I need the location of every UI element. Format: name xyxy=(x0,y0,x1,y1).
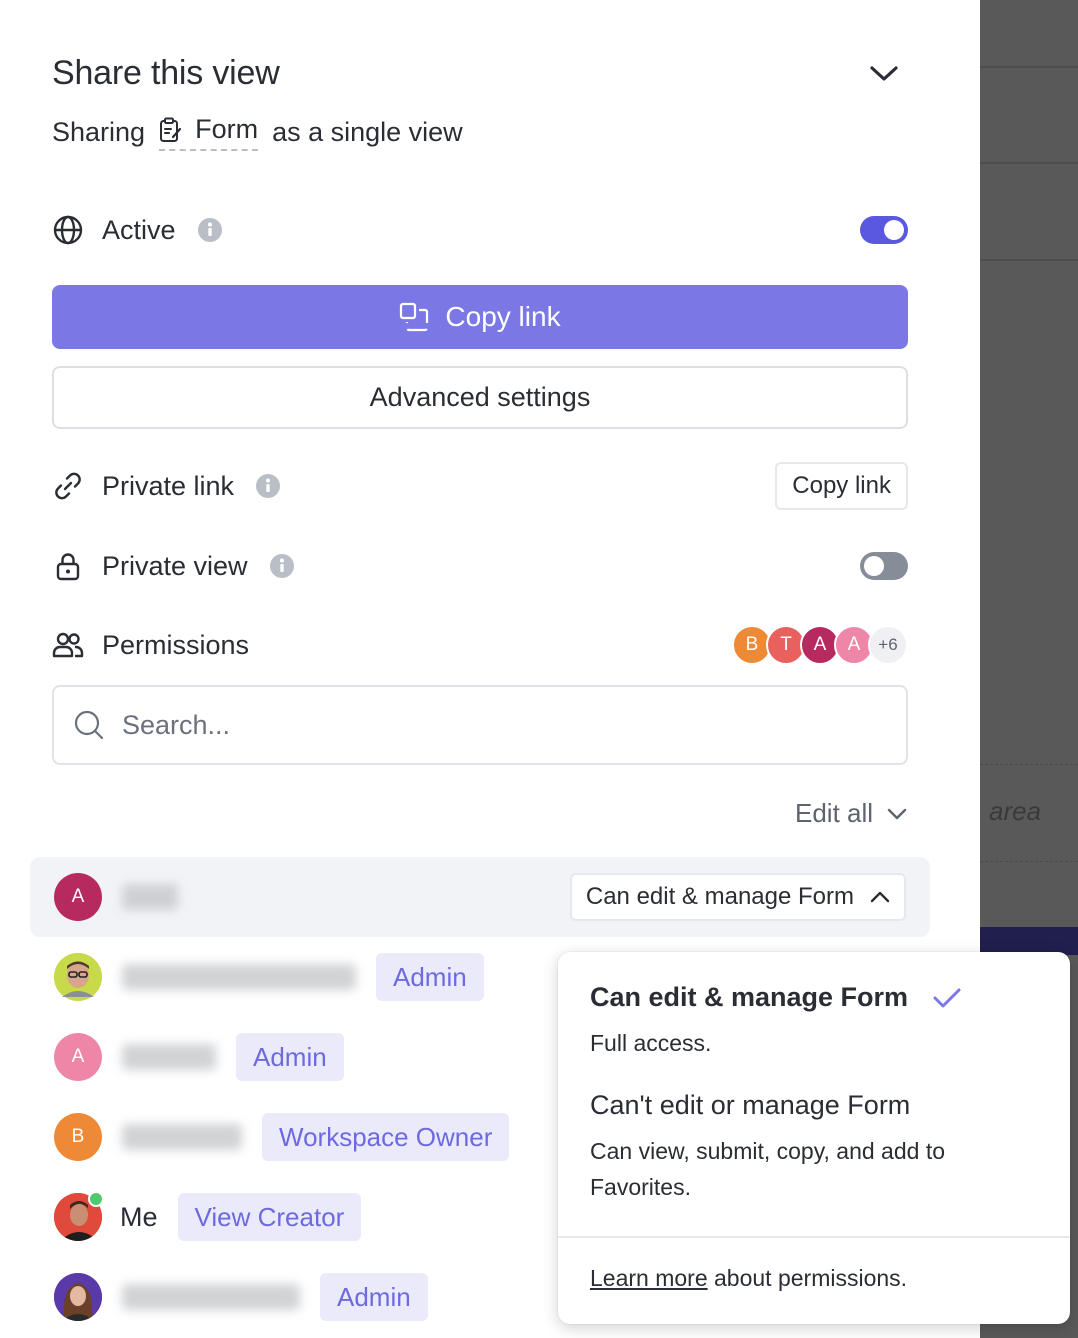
more-avatars-count: +6 xyxy=(868,625,908,665)
active-toggle[interactable] xyxy=(860,216,908,244)
menu-divider xyxy=(558,1236,1070,1238)
background-dashed-line xyxy=(980,861,1078,862)
edit-all-label: Edit all xyxy=(795,798,874,828)
link-icon xyxy=(55,472,81,500)
role-badge: View Creator xyxy=(177,1193,362,1241)
background-divider xyxy=(980,66,1078,68)
user-row[interactable]: A Can edit & manage Form xyxy=(30,857,930,937)
background-dashed-line xyxy=(980,764,1078,765)
private-view-label: Private view xyxy=(102,550,248,581)
permissions-label: Permissions xyxy=(102,629,250,660)
private-link-copy-button[interactable]: Copy link xyxy=(775,462,908,510)
person-photo-icon xyxy=(54,1273,102,1321)
info-icon[interactable] xyxy=(197,218,222,242)
toggle-knob xyxy=(864,556,884,576)
avatar: A xyxy=(54,1033,102,1081)
private-view-toggle[interactable] xyxy=(860,552,908,580)
background-divider xyxy=(980,162,1078,164)
user-name-redacted xyxy=(122,1284,300,1310)
permission-avatars[interactable]: B T A A +6 xyxy=(732,625,908,665)
chevron-down-icon xyxy=(870,66,898,81)
info-icon[interactable] xyxy=(269,554,294,578)
lock-icon xyxy=(56,553,80,581)
role-option-title: Can edit & manage Form xyxy=(590,982,909,1012)
copy-link-button[interactable]: Copy link xyxy=(52,285,908,349)
role-badge: Workspace Owner xyxy=(262,1113,510,1161)
form-icon xyxy=(160,117,182,142)
role-badge: Admin xyxy=(236,1033,344,1081)
avatar-photo xyxy=(54,1191,104,1241)
background-text: area xyxy=(989,796,1042,826)
chevron-down-icon xyxy=(887,808,907,819)
role-option-cant-edit[interactable]: Can't edit or manage Form Can view, subm… xyxy=(590,1090,1010,1205)
subtitle-prefix: Sharing xyxy=(52,117,146,147)
user-name-redacted xyxy=(122,1044,216,1070)
avatar-photo xyxy=(54,1273,102,1321)
user-name-redacted xyxy=(122,884,178,910)
private-view-row: Private view xyxy=(52,546,908,586)
permissions-help: Learn more about permissions. xyxy=(590,1265,907,1292)
active-row: Active xyxy=(52,210,908,250)
sharing-subtitle: Sharing Form as a single view xyxy=(52,114,463,151)
avatar: A xyxy=(54,873,102,921)
search-input[interactable] xyxy=(122,709,822,741)
background-divider xyxy=(980,259,1078,261)
private-link-label: Private link xyxy=(102,470,235,501)
role-badge: Admin xyxy=(376,953,484,1001)
view-name: Form xyxy=(195,114,259,144)
permissions-row: Permissions B T A A +6 xyxy=(52,623,908,667)
search-box xyxy=(52,685,908,765)
panel-title: Share this view xyxy=(52,54,280,92)
collapse-button[interactable] xyxy=(862,56,906,92)
learn-more-link[interactable]: Learn more xyxy=(590,1265,708,1291)
private-link-row: Private link Copy link xyxy=(52,462,908,510)
role-dropdown-menu: Can edit & manage Form Full access. Can'… xyxy=(558,952,1070,1324)
view-name-chip[interactable]: Form xyxy=(159,114,259,151)
user-name-redacted xyxy=(122,964,356,990)
user-name: Me xyxy=(120,1201,158,1232)
avatar-photo xyxy=(54,953,102,1001)
online-status-dot xyxy=(88,1191,104,1207)
toggle-knob xyxy=(884,220,904,240)
copy-link-label: Copy link xyxy=(445,301,561,332)
role-option-description: Can view, submit, copy, and add to Favor… xyxy=(590,1138,945,1200)
chevron-up-icon xyxy=(870,891,890,903)
role-badge: Admin xyxy=(320,1273,428,1321)
person-photo-icon xyxy=(54,953,102,1001)
role-select[interactable]: Can edit & manage Form xyxy=(569,873,906,921)
role-select-label: Can edit & manage Form xyxy=(585,883,854,910)
user-name-redacted xyxy=(122,1124,242,1150)
avatar: B xyxy=(54,1113,102,1161)
permissions-help-text: about permissions. xyxy=(707,1265,908,1291)
subtitle-suffix: as a single view xyxy=(272,117,463,147)
globe-icon xyxy=(53,215,83,245)
active-label: Active xyxy=(102,214,176,245)
role-option-title: Can't edit or manage Form xyxy=(590,1090,911,1120)
advanced-settings-button[interactable]: Advanced settings xyxy=(52,366,908,429)
users-icon xyxy=(52,632,84,658)
check-icon xyxy=(933,988,961,1007)
search-icon xyxy=(74,710,104,740)
edit-all-dropdown[interactable]: Edit all xyxy=(795,798,907,829)
copy-icon xyxy=(400,302,429,332)
info-icon[interactable] xyxy=(256,474,281,498)
role-option-can-edit[interactable]: Can edit & manage Form Full access. xyxy=(590,982,1010,1061)
role-option-description: Full access. xyxy=(590,1030,712,1056)
